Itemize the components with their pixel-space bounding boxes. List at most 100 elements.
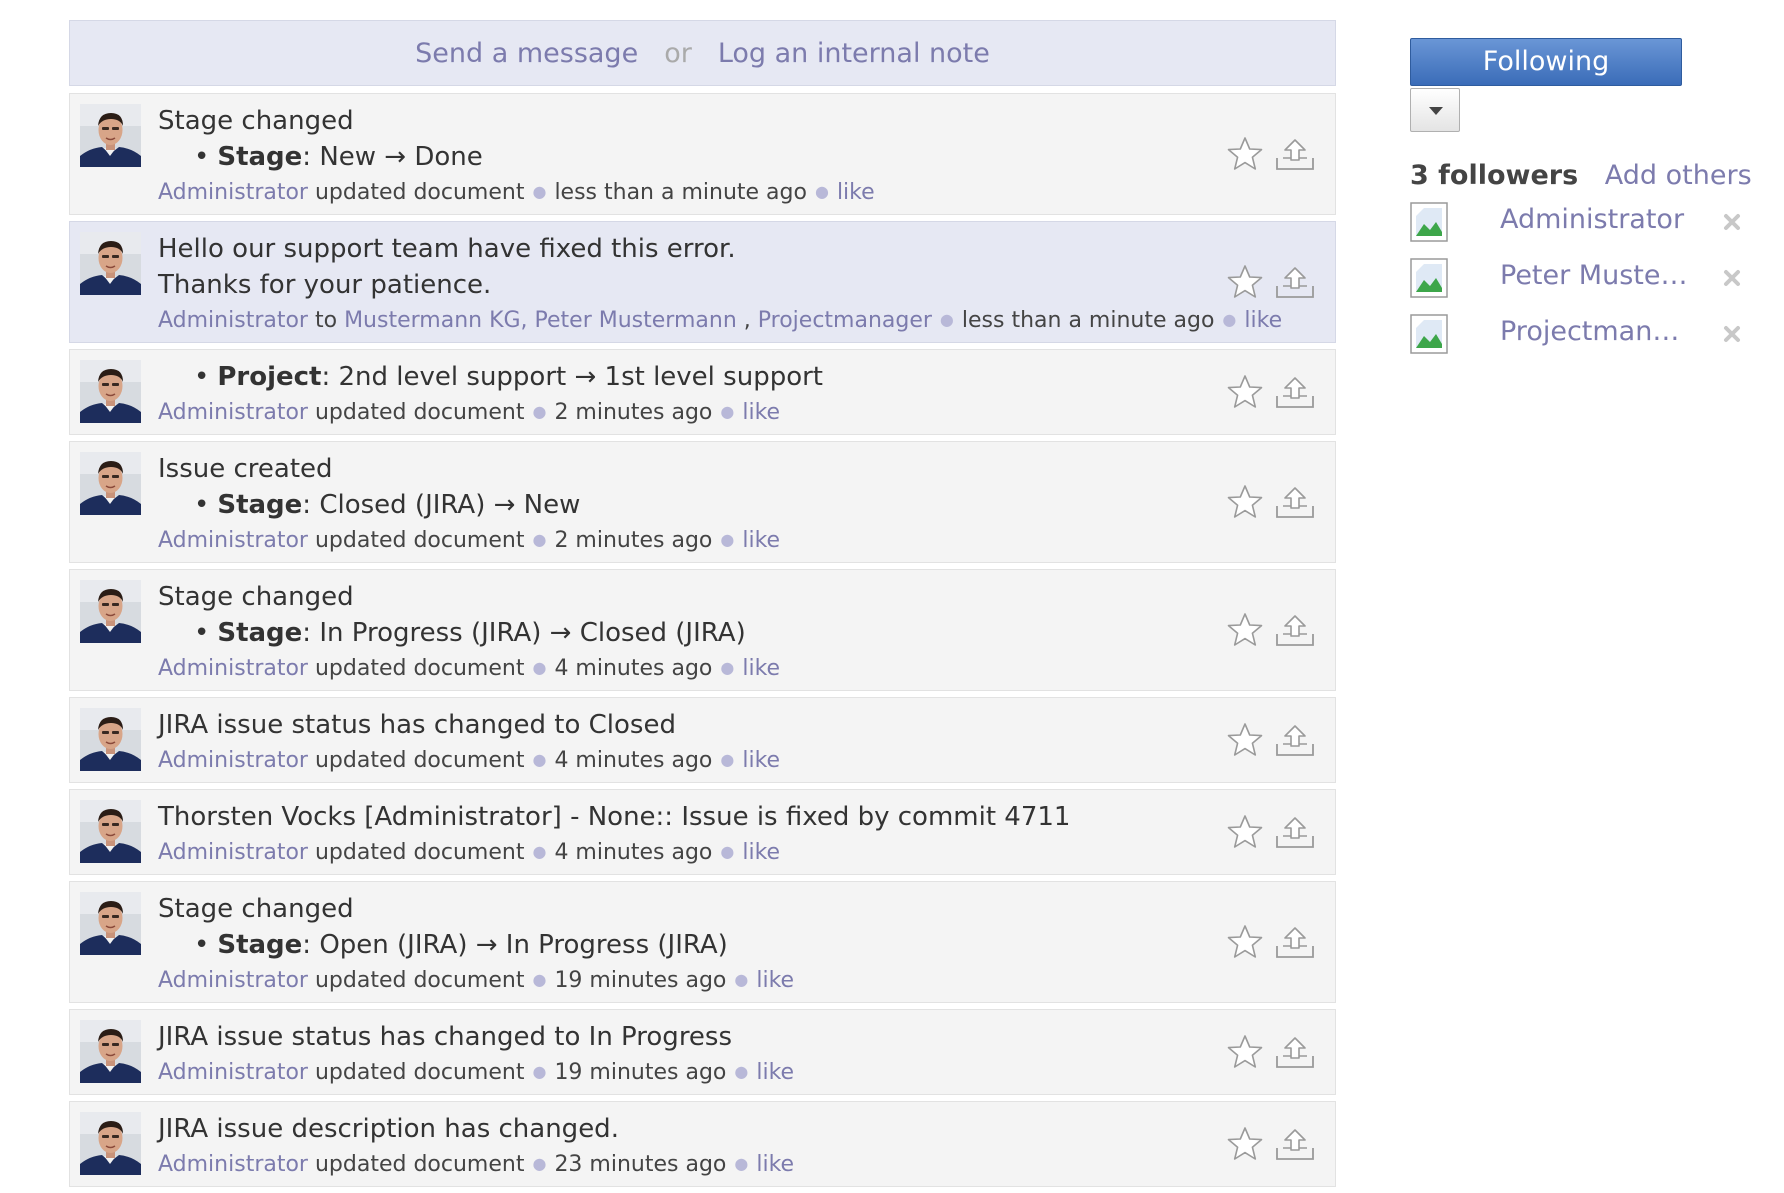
- like-link[interactable]: like: [837, 180, 875, 205]
- like-link[interactable]: like: [756, 1060, 794, 1085]
- tracking-sep: :: [302, 142, 312, 172]
- add-others-link[interactable]: Add others: [1605, 160, 1752, 191]
- forward-icon[interactable]: [1273, 1124, 1314, 1164]
- author-link[interactable]: Administrator: [158, 1152, 308, 1177]
- tracking-change: 2nd level support → 1st level support: [330, 362, 824, 392]
- star-icon[interactable]: [1225, 134, 1265, 174]
- message-actions: [1225, 482, 1314, 522]
- message-title: Stage changed: [158, 894, 354, 924]
- like-link[interactable]: like: [756, 1152, 794, 1177]
- remove-x-icon[interactable]: [1720, 322, 1744, 346]
- forward-icon[interactable]: [1273, 922, 1314, 962]
- author-link[interactable]: Administrator: [158, 748, 308, 773]
- recipient-extra-link[interactable]: Projectmanager: [758, 308, 932, 333]
- timestamp: 4 minutes ago: [554, 748, 713, 773]
- author-link[interactable]: Administrator: [158, 400, 308, 425]
- user-avatar-icon[interactable]: [80, 580, 141, 643]
- author-link[interactable]: Administrator: [158, 308, 308, 333]
- follower-name-link[interactable]: Administrator: [1500, 204, 1690, 235]
- follow-options-dropdown[interactable]: [1410, 88, 1460, 132]
- forward-icon[interactable]: [1273, 262, 1314, 302]
- star-icon[interactable]: [1225, 1124, 1265, 1164]
- message-footer: Administrator updated document ● 2 minutes…: [158, 395, 1205, 430]
- user-avatar-icon[interactable]: [80, 360, 141, 423]
- action-text: updated document: [314, 1152, 525, 1177]
- like-link[interactable]: like: [1244, 308, 1282, 333]
- timestamp: 4 minutes ago: [554, 656, 713, 681]
- recipients-link[interactable]: Mustermann KG, Peter Mustermann: [344, 308, 737, 333]
- message-item: Stage changed • Stage: In Progress (JIRA) …: [69, 569, 1336, 691]
- follower-item: Projectmana...: [1410, 314, 1750, 358]
- like-link[interactable]: like: [756, 968, 794, 993]
- message-item: JIRA issue status has changed to Closed A…: [69, 697, 1336, 783]
- message-footer: Administrator updated document ● 19 minute…: [158, 963, 1205, 998]
- send-message-link[interactable]: Send a message: [415, 38, 638, 69]
- forward-icon[interactable]: [1273, 372, 1314, 412]
- forward-icon[interactable]: [1273, 1032, 1314, 1072]
- star-icon[interactable]: [1225, 720, 1265, 760]
- action-text: updated document: [314, 840, 525, 865]
- star-icon[interactable]: [1225, 812, 1265, 852]
- forward-icon[interactable]: [1273, 134, 1314, 174]
- forward-icon[interactable]: [1273, 482, 1314, 522]
- broken-image-icon: [1410, 202, 1448, 242]
- author-link[interactable]: Administrator: [158, 528, 308, 553]
- forward-icon[interactable]: [1273, 812, 1314, 852]
- author-link[interactable]: Administrator: [158, 656, 308, 681]
- user-avatar-icon[interactable]: [80, 708, 141, 771]
- message-actions: [1225, 610, 1314, 650]
- message-item: JIRA issue description has changed. Admin…: [69, 1101, 1336, 1187]
- author-link[interactable]: Administrator: [158, 968, 308, 993]
- message-item: Thorsten Vocks [Administrator] - None:: …: [69, 789, 1336, 875]
- following-button[interactable]: Following: [1410, 38, 1682, 86]
- message-title: Stage changed: [158, 106, 354, 136]
- author-link[interactable]: Administrator: [158, 180, 308, 205]
- bullet-icon: •: [194, 362, 210, 392]
- author-link[interactable]: Administrator: [158, 1060, 308, 1085]
- user-avatar-icon[interactable]: [80, 232, 141, 295]
- like-link[interactable]: like: [742, 748, 780, 773]
- user-avatar-icon[interactable]: [80, 800, 141, 863]
- user-avatar-icon[interactable]: [80, 1020, 141, 1083]
- author-link[interactable]: Administrator: [158, 840, 308, 865]
- log-note-link[interactable]: Log an internal note: [718, 38, 990, 69]
- follower-item: Peter Muster...: [1410, 258, 1750, 302]
- message-item: • Project: 2nd level support → 1st level …: [69, 349, 1336, 435]
- separator-dot: ●: [734, 1062, 749, 1081]
- bullet-icon: •: [194, 930, 210, 960]
- tracking-sep: :: [321, 362, 331, 392]
- tracking-change: In Progress (JIRA) → Closed (JIRA): [311, 618, 746, 648]
- composer-or-text: or: [664, 37, 692, 69]
- separator-dot: ●: [532, 182, 547, 201]
- like-link[interactable]: like: [742, 840, 780, 865]
- separator-dot: ●: [1222, 310, 1237, 329]
- message-actions: [1225, 720, 1314, 760]
- star-icon[interactable]: [1225, 1032, 1265, 1072]
- like-link[interactable]: like: [742, 400, 780, 425]
- follower-name-link[interactable]: Projectmana...: [1500, 316, 1690, 347]
- user-avatar-icon[interactable]: [80, 104, 141, 167]
- user-avatar-icon[interactable]: [80, 1112, 141, 1175]
- star-icon[interactable]: [1225, 922, 1265, 962]
- remove-x-icon[interactable]: [1720, 210, 1744, 234]
- user-avatar-icon[interactable]: [80, 892, 141, 955]
- recipients-sep: ,: [743, 308, 751, 333]
- forward-icon[interactable]: [1273, 610, 1314, 650]
- timestamp: 4 minutes ago: [554, 840, 713, 865]
- star-icon[interactable]: [1225, 372, 1265, 412]
- remove-x-icon[interactable]: [1720, 266, 1744, 290]
- message-title: JIRA issue description has changed.: [158, 1114, 619, 1144]
- star-icon[interactable]: [1225, 262, 1265, 302]
- user-avatar-icon[interactable]: [80, 452, 141, 515]
- star-icon[interactable]: [1225, 482, 1265, 522]
- message-title: Issue created: [158, 454, 333, 484]
- like-link[interactable]: like: [742, 656, 780, 681]
- follower-item: Administrator: [1410, 202, 1750, 246]
- forward-icon[interactable]: [1273, 720, 1314, 760]
- follower-name-link[interactable]: Peter Muster...: [1500, 260, 1690, 291]
- message-title: Thorsten Vocks [Administrator] - None:: …: [158, 802, 1071, 832]
- action-text: updated document: [314, 180, 525, 205]
- star-icon[interactable]: [1225, 610, 1265, 650]
- like-link[interactable]: like: [742, 528, 780, 553]
- message-item: Stage changed • Stage: New → Done Administr…: [69, 93, 1336, 215]
